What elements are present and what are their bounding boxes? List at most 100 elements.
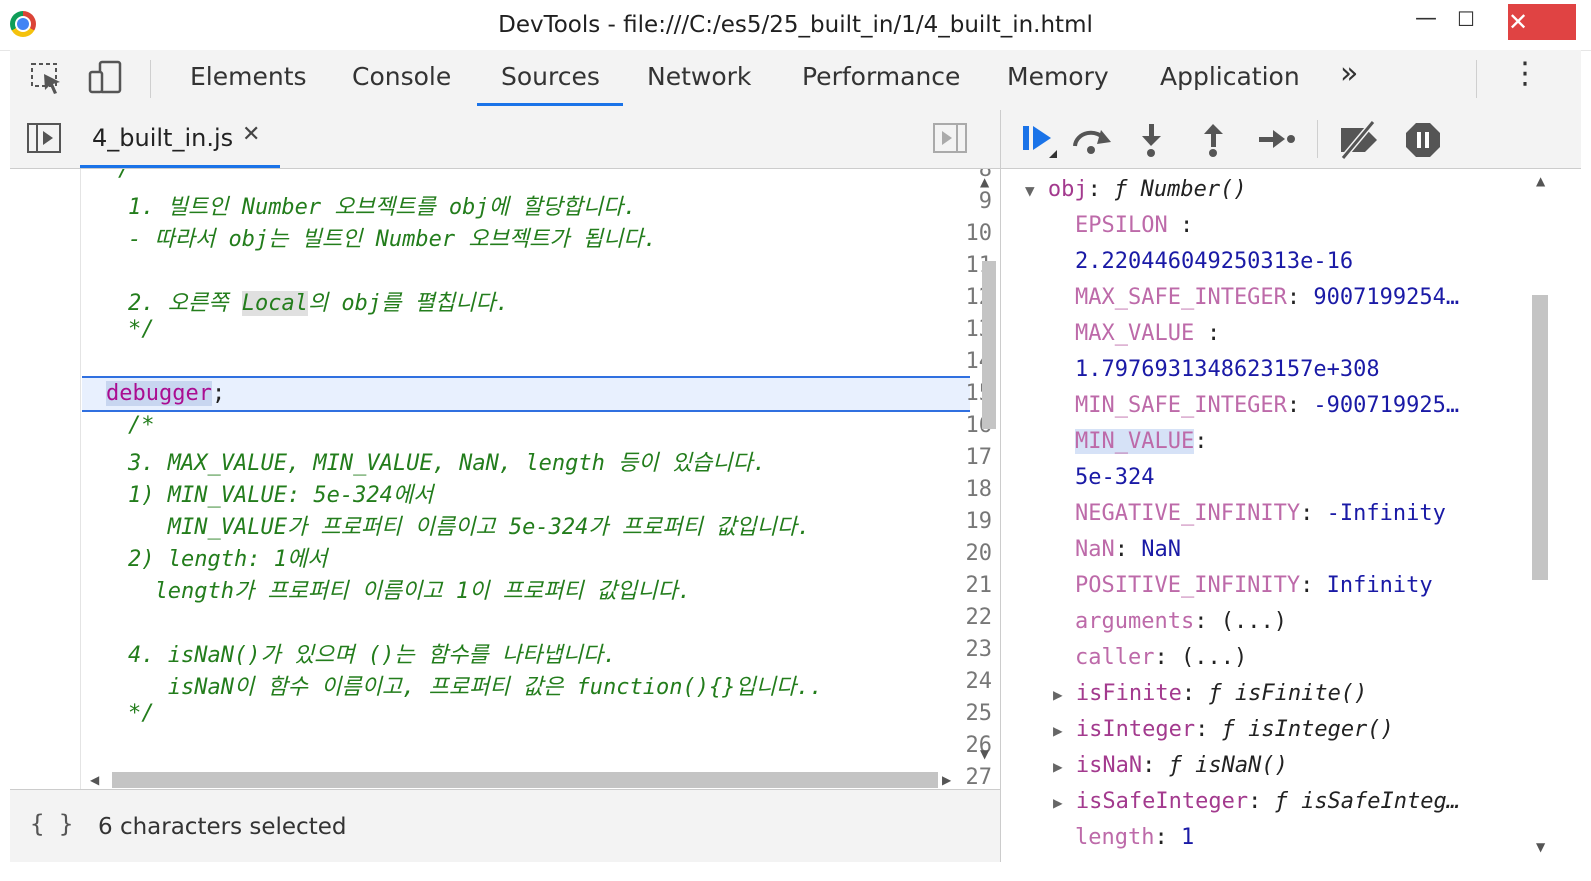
line-number[interactable]: 9 [932,189,992,214]
step-into-icon[interactable] [1137,120,1167,160]
close-window-button[interactable]: ✕ [1508,4,1576,40]
pretty-print-icon[interactable]: { } [30,810,73,838]
line-number[interactable]: 20 [932,541,993,566]
code-line: /* [128,413,155,438]
close-file-tab-button[interactable]: ✕ [242,122,260,147]
tab-console[interactable]: Console [352,62,451,91]
code-line: */ [128,701,155,726]
expanded-triangle-icon[interactable]: ▼ [1025,181,1035,200]
pause-on-exceptions-icon[interactable] [1403,120,1443,160]
scope-fn-row[interactable]: ▶ isInteger: ƒ isInteger() [1053,717,1394,742]
scope-key: isFinite [1075,681,1182,706]
line-number[interactable]: 19 [932,509,993,534]
scope-value[interactable]: (...) [1181,645,1247,670]
line-number[interactable]: 27 [932,765,993,789]
file-tab-name[interactable]: 4_built_in.js [92,124,233,152]
collapsed-triangle-icon[interactable]: ▶ [1053,757,1063,776]
tab-performance[interactable]: Performance [802,62,960,91]
scope-key: NaN [1075,537,1115,562]
debugger-keyword: debugger [106,381,212,406]
scope-value: NaN [1141,537,1181,562]
scope-row[interactable]: MIN_SAFE_INTEGER: -900719925… [1075,393,1459,418]
line-number[interactable]: 24 [932,669,993,694]
scope-value: 1 [1180,825,1195,850]
scroll-down-arrow-icon[interactable]: ▼ [980,747,989,761]
more-tabs-button[interactable]: » [1340,56,1358,91]
deactivate-breakpoints-icon[interactable] [1337,120,1381,160]
customize-menu-button[interactable]: ⋮ [1510,56,1540,91]
line-number-gutter [10,169,81,789]
maximize-button[interactable]: ☐ [1440,0,1492,38]
scope-value: 9007199254… [1313,285,1460,310]
code-line: MIN_VALUE가 프로퍼티 이름이고 5e-324가 프로퍼티 값입니다. [128,515,811,540]
scope-row[interactable]: arguments: (...) [1075,609,1287,634]
scope-key: arguments [1075,609,1195,634]
step-out-icon[interactable] [1199,120,1229,160]
scope-row[interactable]: NaN: NaN [1075,537,1181,562]
step-over-icon[interactable] [1069,122,1113,158]
scope-key: MAX_SAFE_INTEGER [1075,285,1287,310]
scope-value: ƒ isSafeInteg… [1274,789,1461,814]
toolbar-divider [150,60,151,98]
scope-key: obj [1047,177,1088,202]
vertical-scrollbar-thumb[interactable] [982,261,996,429]
scope-scrollbar-thumb[interactable] [1532,295,1548,580]
collapsed-triangle-icon[interactable]: ▶ [1053,721,1063,740]
window-title: DevTools - file:///C:/es5/25_built_in/1/… [498,12,1093,38]
toggle-debugger-icon[interactable] [932,122,968,154]
scope-scroll-up-icon[interactable]: ▲ [1536,174,1545,188]
scope-key: isInteger [1075,717,1196,742]
line-number[interactable]: 10 [932,221,993,246]
scroll-up-arrow-icon[interactable]: ▲ [980,175,989,189]
scope-fn-row[interactable]: ▶ isSafeInteger: ƒ isSafeInteg… [1053,789,1460,814]
collapsed-triangle-icon[interactable]: ▶ [1053,685,1063,704]
scope-row[interactable]: MIN_VALUE: [1075,429,1207,454]
code-text: 의 obj를 펼칩니다. [307,291,509,316]
scope-key: EPSILON [1075,213,1168,238]
line-number[interactable]: 21 [932,573,993,598]
horizontal-scrollbar-thumb[interactable] [112,772,938,788]
line-number[interactable]: 25 [932,701,993,726]
step-icon[interactable] [1257,122,1297,158]
scope-value: ƒ Number() [1114,177,1247,202]
scope-row[interactable]: MAX_SAFE_INTEGER: 9007199254… [1075,285,1459,310]
scope-key: MIN_SAFE_INTEGER [1075,393,1287,418]
toolbar-divider [1476,60,1477,98]
tab-sources[interactable]: Sources [501,62,600,91]
scope-value: 1.7976931348623157e+308 [1075,357,1380,382]
line-number[interactable]: 17 [932,445,993,470]
scope-value: ƒ isFinite() [1208,681,1368,706]
scope-value[interactable]: (...) [1221,609,1287,634]
tab-memory[interactable]: Memory [1007,62,1109,91]
scope-row[interactable]: POSITIVE_INFINITY: Infinity [1075,573,1433,598]
code-line: length가 프로퍼티 이름이고 1이 프로퍼티 값입니다. [128,579,691,604]
scope-obj-row[interactable]: ▼ obj: ƒ Number() [1025,177,1247,202]
scroll-left-arrow-icon[interactable]: ◀ [90,773,99,787]
tab-network[interactable]: Network [647,62,751,91]
code-editor[interactable]: 8 / 9 1. 빌트인 Number 오브젝트를 obj에 할당합니다. 10… [10,169,1001,789]
tab-elements[interactable]: Elements [190,62,307,91]
scope-key: caller [1075,645,1155,670]
scope-value: 2.220446049250313e-16 [1075,249,1354,274]
scope-row[interactable]: length: 1 [1075,825,1194,850]
resume-icon[interactable] [1019,122,1059,162]
scope-row[interactable]: NEGATIVE_INFINITY: -Infinity [1075,501,1446,526]
line-number[interactable]: 22 [932,605,993,630]
line-number[interactable]: 23 [932,637,993,662]
scroll-right-arrow-icon[interactable]: ▶ [942,773,951,787]
code-line: 2) length: 1에서 [128,547,328,572]
scope-scroll-down-icon[interactable]: ▼ [1536,840,1545,854]
code-line: - 따라서 obj는 빌트인 Number 오브젝트가 됩니다. [128,227,657,252]
scope-value: 5e-324 [1075,465,1155,490]
scope-key: POSITIVE_INFINITY [1075,573,1301,598]
tab-application[interactable]: Application [1160,62,1300,91]
toggle-navigator-icon[interactable] [26,122,62,154]
device-toolbar-icon[interactable] [88,60,124,96]
scope-fn-row[interactable]: ▶ isNaN: ƒ isNaN() [1053,753,1288,778]
line-number[interactable]: 18 [932,477,993,502]
scope-row[interactable]: caller: (...) [1075,645,1247,670]
inspect-element-icon[interactable] [30,62,64,96]
devtools-tab-bar: Elements Console Sources Network Perform… [10,50,1581,111]
scope-fn-row[interactable]: ▶ isFinite: ƒ isFinite() [1053,681,1367,706]
collapsed-triangle-icon[interactable]: ▶ [1053,793,1063,812]
